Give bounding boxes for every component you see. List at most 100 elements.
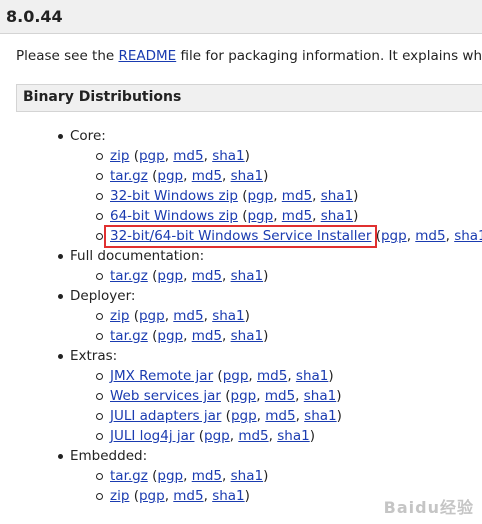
- punct-open: (: [147, 168, 158, 184]
- sha1-link[interactable]: sha1: [231, 468, 263, 484]
- download-link[interactable]: JULI log4j jar: [110, 428, 194, 444]
- punct-close: ): [336, 408, 342, 424]
- intro-paragraph: Please see the README file for packaging…: [16, 48, 482, 64]
- sha1-link[interactable]: sha1: [231, 328, 263, 344]
- intro-text-after: file for packaging information. It expla…: [176, 48, 482, 64]
- pgp-link[interactable]: pgp: [223, 368, 249, 384]
- punct-sep: ,: [312, 208, 321, 224]
- group-label: Embedded:: [70, 448, 148, 464]
- sha1-link[interactable]: sha1: [321, 208, 353, 224]
- md5-link[interactable]: md5: [282, 188, 312, 204]
- punct-sep: ,: [222, 328, 231, 344]
- sha1-link[interactable]: sha1: [277, 428, 309, 444]
- download-item: zip (pgp, md5, sha1): [70, 306, 482, 326]
- pgp-link[interactable]: pgp: [157, 168, 183, 184]
- punct-sep: ,: [222, 168, 231, 184]
- punct-close: ): [309, 428, 315, 444]
- md5-link[interactable]: md5: [238, 428, 268, 444]
- sha1-link[interactable]: sha1: [304, 408, 336, 424]
- download-link[interactable]: JULI adapters jar: [110, 408, 221, 424]
- download-list: JMX Remote jar (pgp, md5, sha1) Web servi…: [70, 366, 482, 446]
- md5-link[interactable]: md5: [192, 168, 222, 184]
- sha1-link[interactable]: sha1: [296, 368, 328, 384]
- pgp-link[interactable]: pgp: [204, 428, 230, 444]
- pgp-link[interactable]: pgp: [231, 408, 257, 424]
- download-link[interactable]: zip: [110, 308, 129, 324]
- download-list: tar.gz (pgp, md5, sha1): [70, 266, 482, 286]
- download-item: tar.gz (pgp, md5, sha1): [70, 466, 482, 486]
- sha1-link[interactable]: sha1: [454, 228, 482, 244]
- distribution-group: Full documentation: tar.gz (pgp, md5, sha…: [0, 246, 482, 286]
- md5-link[interactable]: md5: [173, 308, 203, 324]
- punct-close: ): [263, 328, 269, 344]
- distribution-group: Core: zip (pgp, md5, sha1) tar.gz (pgp, md…: [0, 126, 482, 248]
- pgp-link[interactable]: pgp: [231, 388, 257, 404]
- download-link[interactable]: JMX Remote jar: [110, 368, 213, 384]
- punct-sep: ,: [164, 488, 174, 504]
- punct-close: ): [353, 188, 359, 204]
- pgp-link[interactable]: pgp: [381, 228, 407, 244]
- download-link[interactable]: tar.gz: [110, 168, 148, 184]
- pgp-link[interactable]: pgp: [247, 188, 273, 204]
- punct-open: (: [194, 428, 205, 444]
- punct-sep: ,: [222, 268, 231, 284]
- punct-close: ): [263, 468, 269, 484]
- pgp-link[interactable]: pgp: [139, 148, 165, 164]
- punct-sep: ,: [295, 408, 305, 424]
- pgp-link[interactable]: pgp: [139, 308, 165, 324]
- punct-sep: ,: [295, 388, 304, 404]
- download-link[interactable]: zip: [110, 488, 129, 504]
- download-item: 32-bit/64-bit Windows Service Installer …: [70, 225, 482, 248]
- download-link[interactable]: tar.gz: [110, 468, 148, 484]
- md5-link[interactable]: md5: [173, 148, 203, 164]
- punct-close: ): [263, 168, 269, 184]
- download-item: Web services jar (pgp, md5, sha1): [70, 386, 482, 406]
- pgp-link[interactable]: pgp: [247, 208, 273, 224]
- punct-open: (: [129, 308, 139, 324]
- punct-open: (: [147, 328, 158, 344]
- download-item: tar.gz (pgp, md5, sha1): [70, 326, 482, 346]
- md5-link[interactable]: md5: [192, 268, 222, 284]
- md5-link[interactable]: md5: [192, 328, 222, 344]
- sha1-link[interactable]: sha1: [212, 148, 244, 164]
- distribution-group: Extras: JMX Remote jar (pgp, md5, sha1) We…: [0, 346, 482, 446]
- pgp-link[interactable]: pgp: [157, 468, 183, 484]
- md5-link[interactable]: md5: [257, 368, 287, 384]
- pgp-link[interactable]: pgp: [157, 328, 183, 344]
- punct-close: ): [244, 148, 250, 164]
- download-link[interactable]: Web services jar: [110, 388, 221, 404]
- md5-link[interactable]: md5: [265, 388, 295, 404]
- group-label: Core:: [70, 128, 106, 144]
- sha1-link[interactable]: sha1: [212, 308, 244, 324]
- punct-sep: ,: [256, 388, 265, 404]
- md5-link[interactable]: md5: [415, 228, 445, 244]
- punct-sep: ,: [183, 168, 192, 184]
- readme-link[interactable]: README: [118, 48, 176, 64]
- punct-sep: ,: [248, 368, 257, 384]
- md5-link[interactable]: md5: [282, 208, 312, 224]
- pgp-link[interactable]: pgp: [139, 488, 165, 504]
- punct-close: ): [244, 308, 250, 324]
- download-item: zip (pgp, md5, sha1): [70, 146, 482, 166]
- md5-link[interactable]: md5: [173, 488, 203, 504]
- download-link[interactable]: tar.gz: [110, 268, 148, 284]
- sha1-link[interactable]: sha1: [212, 488, 244, 504]
- md5-link[interactable]: md5: [192, 468, 222, 484]
- sha1-link[interactable]: sha1: [304, 388, 336, 404]
- punct-sep: ,: [273, 208, 282, 224]
- sha1-link[interactable]: sha1: [231, 168, 263, 184]
- download-link[interactable]: 32-bit/64-bit Windows Service Installer: [110, 228, 371, 244]
- download-link[interactable]: zip: [110, 148, 129, 164]
- sha1-link[interactable]: sha1: [321, 188, 353, 204]
- download-link[interactable]: 64-bit Windows zip: [110, 208, 238, 224]
- group-label: Deployer:: [70, 288, 136, 304]
- download-link[interactable]: 32-bit Windows zip: [110, 188, 238, 204]
- sha1-link[interactable]: sha1: [231, 268, 263, 284]
- punct-sep: ,: [183, 268, 192, 284]
- punct-open: (: [213, 368, 223, 384]
- section-header: Binary Distributions: [16, 84, 482, 112]
- download-link[interactable]: tar.gz: [110, 328, 148, 344]
- pgp-link[interactable]: pgp: [157, 268, 183, 284]
- section-title: Binary Distributions: [23, 89, 182, 105]
- md5-link[interactable]: md5: [265, 408, 295, 424]
